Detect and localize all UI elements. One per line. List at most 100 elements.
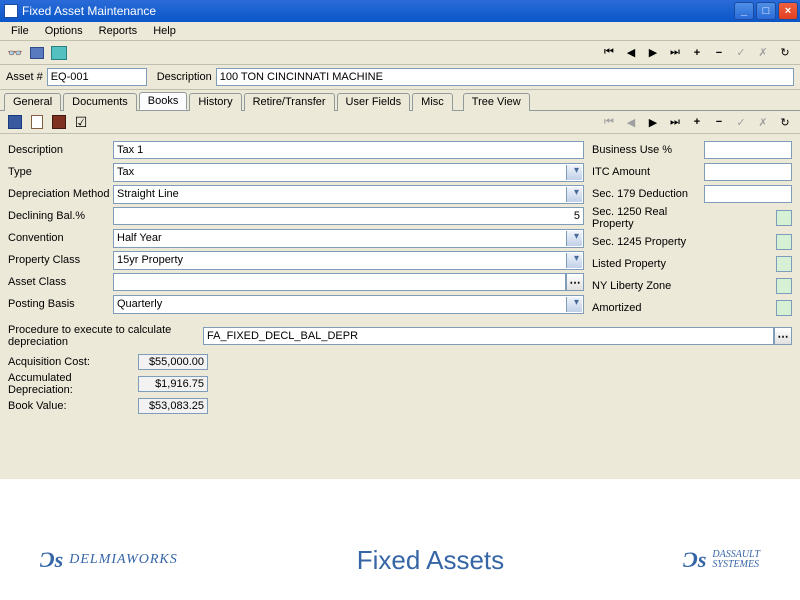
proc-lookup-button[interactable]: ⋯ — [774, 327, 792, 345]
tab-retire-transfer[interactable]: Retire/Transfer — [244, 93, 335, 111]
field-biz-use[interactable] — [704, 141, 792, 159]
menu-file[interactable]: File — [3, 23, 37, 39]
search-icon[interactable] — [5, 44, 25, 62]
sub-nav-delete[interactable] — [709, 113, 729, 131]
label-s179: Sec. 179 Deduction — [592, 188, 704, 200]
maximize-button[interactable]: □ — [756, 2, 776, 20]
nav-delete-button[interactable] — [709, 44, 729, 62]
footer: Ɔs DELMIAWORKS Fixed Assets Ɔs DASSAULTS… — [0, 520, 800, 600]
calendar-icon[interactable] — [27, 44, 47, 62]
field-convention[interactable] — [113, 229, 584, 248]
sub-nav-next[interactable] — [643, 113, 663, 131]
sub-nav-first[interactable] — [599, 113, 619, 131]
tab-misc[interactable]: Misc — [412, 93, 453, 111]
label-type: Type — [8, 166, 113, 178]
label-listed: Listed Property — [592, 258, 704, 270]
value-accum-depr: $1,916.75 — [138, 376, 208, 392]
label-s1245: Sec. 1245 Property — [592, 236, 704, 248]
ds-logo-right: Ɔs — [683, 547, 706, 573]
sub-nav-last[interactable] — [665, 113, 685, 131]
checkbox-icon[interactable] — [71, 113, 91, 131]
label-itc: ITC Amount — [592, 166, 704, 178]
asset-no-input[interactable] — [47, 68, 147, 86]
value-acq-cost: $55,000.00 — [138, 354, 208, 370]
tab-user-fields[interactable]: User Fields — [337, 93, 411, 111]
label-posting-basis: Posting Basis — [8, 298, 113, 310]
label-biz-use: Business Use % — [592, 144, 704, 156]
label-description: Description — [8, 144, 113, 156]
menu-help[interactable]: Help — [145, 23, 184, 39]
label-amort: Amortized — [592, 302, 704, 314]
nav-add-button[interactable] — [687, 44, 707, 62]
field-posting-basis[interactable] — [113, 295, 584, 314]
asset-class-lookup-button[interactable]: ⋯ — [566, 273, 584, 291]
menu-reports[interactable]: Reports — [91, 23, 146, 39]
label-s1250: Sec. 1250 Real Property — [592, 206, 704, 230]
label-prop-class: Property Class — [8, 254, 113, 266]
label-acq-cost: Acquisition Cost: — [8, 356, 138, 368]
books-form: Description Type Depreciation Method Dec… — [0, 134, 800, 479]
label-accum-depr: Accumulated Depreciation: — [8, 372, 138, 396]
sub-nav-cancel[interactable] — [753, 113, 773, 131]
asset-desc-label: Description — [157, 71, 212, 83]
label-declining: Declining Bal.% — [8, 210, 113, 222]
asset-no-label: Asset # — [6, 71, 43, 83]
tab-documents[interactable]: Documents — [63, 93, 137, 111]
save-icon[interactable] — [5, 113, 25, 131]
sub-nav-refresh[interactable] — [775, 113, 795, 131]
check-s1245[interactable] — [776, 234, 792, 250]
label-dep-method: Depreciation Method — [8, 188, 113, 200]
brand-dassault: Ɔs DASSAULTSYSTEMES — [683, 547, 760, 573]
sub-nav-prev[interactable] — [621, 113, 641, 131]
label-asset-class: Asset Class — [8, 276, 113, 288]
asset-desc-input[interactable] — [216, 68, 794, 86]
check-s1250[interactable] — [776, 210, 792, 226]
label-proc: Procedure to execute to calculate deprec… — [8, 324, 203, 348]
label-book-value: Book Value: — [8, 400, 138, 412]
nav-prev-button[interactable] — [621, 44, 641, 62]
main-toolbar — [0, 41, 800, 65]
tab-general[interactable]: General — [4, 93, 61, 111]
field-declining[interactable] — [113, 207, 584, 225]
field-itc[interactable] — [704, 163, 792, 181]
nav-cancel-button[interactable] — [753, 44, 773, 62]
app-icon — [4, 4, 18, 18]
check-amort[interactable] — [776, 300, 792, 316]
nav-next-button[interactable] — [643, 44, 663, 62]
nav-first-button[interactable] — [599, 44, 619, 62]
tab-tree-view[interactable]: Tree View — [463, 93, 530, 111]
value-book-value: $53,083.25 — [138, 398, 208, 414]
ds-logo-left: Ɔs — [40, 547, 63, 573]
field-dep-method[interactable] — [113, 185, 584, 204]
sub-nav-add[interactable] — [687, 113, 707, 131]
brand-delmiaworks: Ɔs DELMIAWORKS — [40, 547, 178, 573]
menu-options[interactable]: Options — [37, 23, 91, 39]
chart-icon[interactable] — [49, 44, 69, 62]
minimize-button[interactable]: _ — [734, 2, 754, 20]
sheet-icon[interactable] — [27, 113, 47, 131]
close-button[interactable]: × — [778, 2, 798, 20]
field-prop-class[interactable] — [113, 251, 584, 270]
stamp-icon[interactable] — [49, 113, 69, 131]
titlebar: Fixed Asset Maintenance _ □ × — [0, 0, 800, 22]
menu-bar: File Options Reports Help — [0, 22, 800, 41]
sub-nav-post[interactable] — [731, 113, 751, 131]
tab-history[interactable]: History — [189, 93, 241, 111]
field-asset-class[interactable] — [113, 273, 566, 291]
check-nylz[interactable] — [776, 278, 792, 294]
field-s179[interactable] — [704, 185, 792, 203]
nav-last-button[interactable] — [665, 44, 685, 62]
label-convention: Convention — [8, 232, 113, 244]
nav-refresh-button[interactable] — [775, 44, 795, 62]
nav-post-button[interactable] — [731, 44, 751, 62]
field-type[interactable] — [113, 163, 584, 182]
asset-id-row: Asset # Description — [0, 65, 800, 90]
field-description[interactable] — [113, 141, 584, 159]
tab-books[interactable]: Books — [139, 92, 188, 110]
check-listed[interactable] — [776, 256, 792, 272]
window-title: Fixed Asset Maintenance — [22, 4, 734, 18]
books-sub-toolbar — [0, 111, 800, 134]
page-title: Fixed Assets — [357, 545, 504, 576]
field-proc[interactable] — [203, 327, 774, 345]
tabs-row: General Documents Books History Retire/T… — [0, 90, 800, 111]
